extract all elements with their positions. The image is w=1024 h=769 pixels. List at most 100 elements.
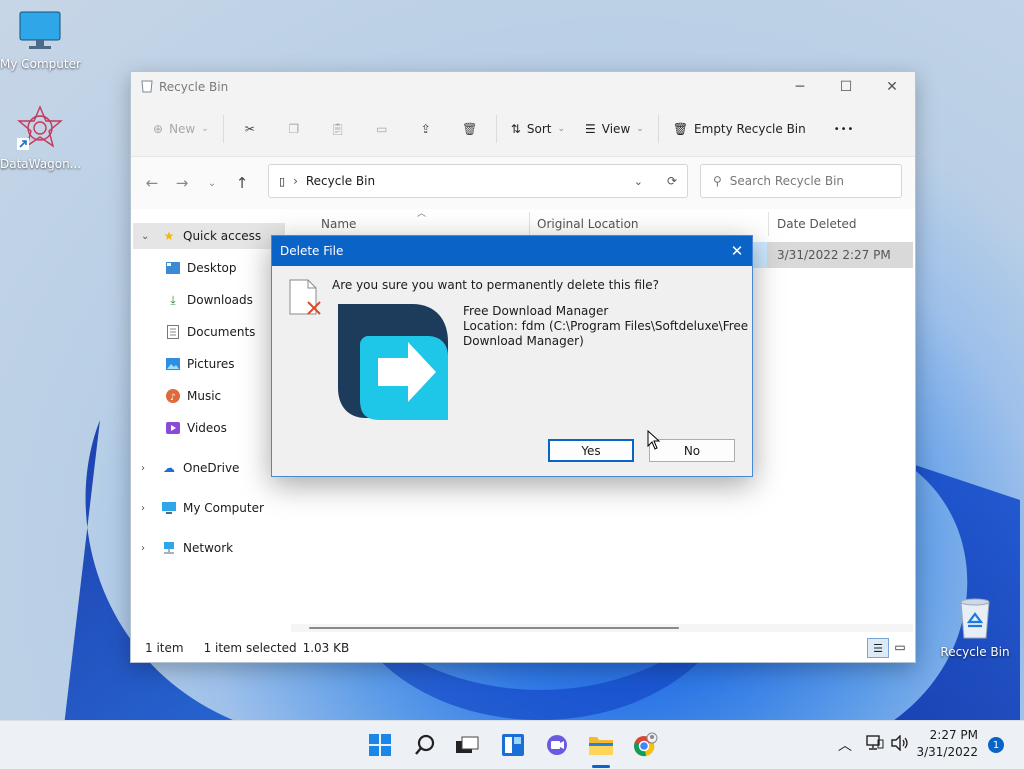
sidebar-item-documents[interactable]: Documents: [165, 319, 285, 345]
no-button[interactable]: No: [649, 439, 735, 462]
chevron-down-icon[interactable]: ⌄: [634, 175, 643, 188]
table-row-selected-tail[interactable]: 3/31/2022 2:27 PM: [767, 242, 913, 268]
chevron-right-icon[interactable]: ›: [141, 503, 155, 514]
task-view-icon: [456, 736, 479, 753]
dialog-question: Are you sure you want to permanently del…: [332, 278, 659, 292]
more-options-button[interactable]: •••: [824, 113, 865, 145]
breadcrumb-chevron-icon: ›: [293, 174, 298, 188]
chevron-right-icon[interactable]: ›: [141, 543, 155, 554]
show-hidden-icons-chevron-icon[interactable]: ︿: [838, 735, 852, 755]
tiles-view-icon[interactable]: ▭: [891, 638, 909, 656]
explorer-titlebar[interactable]: Recycle Bin ─ ☐ ✕: [131, 72, 915, 102]
file-name: Free Download Manager: [463, 304, 609, 318]
yes-button[interactable]: Yes: [548, 439, 634, 462]
refresh-icon[interactable]: ⟳: [667, 174, 677, 188]
address-bar[interactable]: ▯ › Recycle Bin ⌄ ⟳: [268, 164, 688, 198]
sort-button[interactable]: ⇅ Sort ⌄: [501, 113, 575, 145]
recent-chevron-icon[interactable]: ⌄: [197, 178, 227, 189]
search-box[interactable]: ⚲ Search Recycle Bin: [700, 164, 902, 198]
search-icon: [415, 734, 435, 755]
video-icon: [165, 420, 181, 436]
free-download-manager-logo: [338, 304, 448, 420]
search-input[interactable]: Search Recycle Bin: [730, 174, 844, 188]
back-arrow-icon[interactable]: ←: [137, 174, 167, 192]
empty-recycle-bin-button[interactable]: 🗑︎ Empty Recycle Bin: [663, 113, 816, 145]
scissors-icon: ✂: [244, 122, 255, 136]
new-label: New: [169, 122, 196, 136]
picture-icon: [165, 356, 181, 372]
share-icon: ⇪: [420, 122, 431, 136]
chevron-right-icon[interactable]: ›: [141, 463, 155, 474]
system-clock[interactable]: 2:27 PM 3/31/2022: [916, 727, 978, 761]
column-divider[interactable]: [768, 212, 769, 236]
sidebar-item-pictures[interactable]: Pictures: [165, 351, 285, 377]
clipboard-icon: 📋︎: [330, 122, 346, 136]
delete-file-icon: [289, 279, 321, 315]
delete-file-dialog: Delete File ✕ Are you sure you want to p…: [271, 235, 753, 477]
sidebar-label: Quick access: [183, 229, 262, 243]
copy-icon: ❐: [288, 122, 300, 136]
copy-button[interactable]: ❐: [272, 113, 316, 145]
notification-badge[interactable]: 1: [988, 737, 1004, 753]
dialog-titlebar[interactable]: Delete File ✕: [272, 236, 752, 266]
sort-label: Sort: [526, 122, 552, 136]
desktop-icon-datawagon[interactable]: DataWagon...: [0, 104, 81, 171]
sidebar-item-my-computer[interactable]: › My Computer: [133, 495, 285, 521]
network-icon: [161, 540, 177, 556]
scrollbar-thumb[interactable]: [309, 627, 679, 629]
delete-button[interactable]: 🗑︎: [448, 113, 492, 145]
desktop-icon-label: My Computer: [0, 57, 81, 71]
folder-icon: [589, 737, 613, 755]
chrome-taskbar-button[interactable]: [629, 729, 661, 761]
recycle-bin-icon: [960, 598, 990, 639]
command-bar: ⊕ New ⌄ ✂ ❐ 📋︎ ▭ ⇪ 🗑︎ ⇅ Sort ⌄ ☰ View ⌄ …: [131, 102, 915, 157]
toolbar-divider: [222, 115, 224, 143]
sidebar-item-quick-access[interactable]: ⌄ ★ Quick access: [133, 223, 285, 249]
column-divider[interactable]: [529, 212, 530, 236]
chat-button[interactable]: [541, 729, 573, 761]
column-header-date-deleted[interactable]: Date Deleted: [777, 212, 907, 236]
column-header-original-location[interactable]: Original Location: [537, 212, 765, 236]
minimize-button[interactable]: ─: [777, 72, 823, 102]
desktop-icon-my-computer[interactable]: My Computer: [0, 10, 81, 71]
close-button[interactable]: ✕: [869, 72, 915, 102]
new-button[interactable]: ⊕ New ⌄: [143, 113, 219, 145]
sort-arrows-icon: ⇅: [510, 122, 521, 136]
cut-button[interactable]: ✂: [228, 113, 272, 145]
sidebar-item-network[interactable]: › Network: [133, 535, 285, 561]
sidebar-label: My Computer: [183, 501, 264, 515]
start-button[interactable]: [364, 729, 396, 761]
rename-button[interactable]: ▭: [360, 113, 404, 145]
sidebar-item-music[interactable]: ♪ Music: [165, 383, 285, 409]
desktop-icon-recycle-bin[interactable]: Recycle Bin: [935, 596, 1015, 659]
view-button[interactable]: ☰ View ⌄: [575, 113, 654, 145]
column-header-name[interactable]: Name: [321, 212, 529, 236]
task-view-button[interactable]: [451, 729, 483, 761]
widgets-button[interactable]: [497, 729, 529, 761]
sidebar-item-onedrive[interactable]: › ☁ OneDrive: [133, 455, 285, 481]
sidebar-item-desktop[interactable]: Desktop: [165, 255, 285, 281]
sidebar-item-videos[interactable]: Videos: [165, 415, 285, 441]
app-shortcut-icon: [17, 105, 63, 150]
desktop-folder-icon: [165, 260, 181, 276]
sidebar-label: Network: [183, 541, 234, 555]
file-explorer-taskbar-button[interactable]: [585, 729, 617, 761]
music-icon: ♪: [165, 388, 181, 404]
chevron-down-icon[interactable]: ⌄: [141, 231, 155, 242]
empty-recycle-bin-label: Empty Recycle Bin: [694, 122, 806, 136]
volume-icon[interactable]: [890, 734, 910, 754]
sidebar-label: Downloads: [187, 293, 253, 307]
up-arrow-icon[interactable]: ↑: [227, 174, 257, 192]
dialog-close-button[interactable]: ✕: [722, 236, 752, 266]
horizontal-scrollbar[interactable]: [291, 624, 913, 632]
details-view-icon[interactable]: ☰: [867, 638, 889, 658]
chevron-down-icon: ⌄: [201, 124, 209, 134]
forward-arrow-icon[interactable]: →: [167, 174, 197, 192]
network-status-icon[interactable]: [866, 735, 884, 754]
maximize-button[interactable]: ☐: [823, 72, 869, 102]
share-button[interactable]: ⇪: [404, 113, 448, 145]
sidebar-item-downloads[interactable]: ⤓ Downloads: [165, 287, 285, 313]
taskbar-search-button[interactable]: [409, 729, 441, 761]
window-title: Recycle Bin: [159, 80, 229, 94]
paste-button[interactable]: 📋︎: [316, 113, 360, 145]
